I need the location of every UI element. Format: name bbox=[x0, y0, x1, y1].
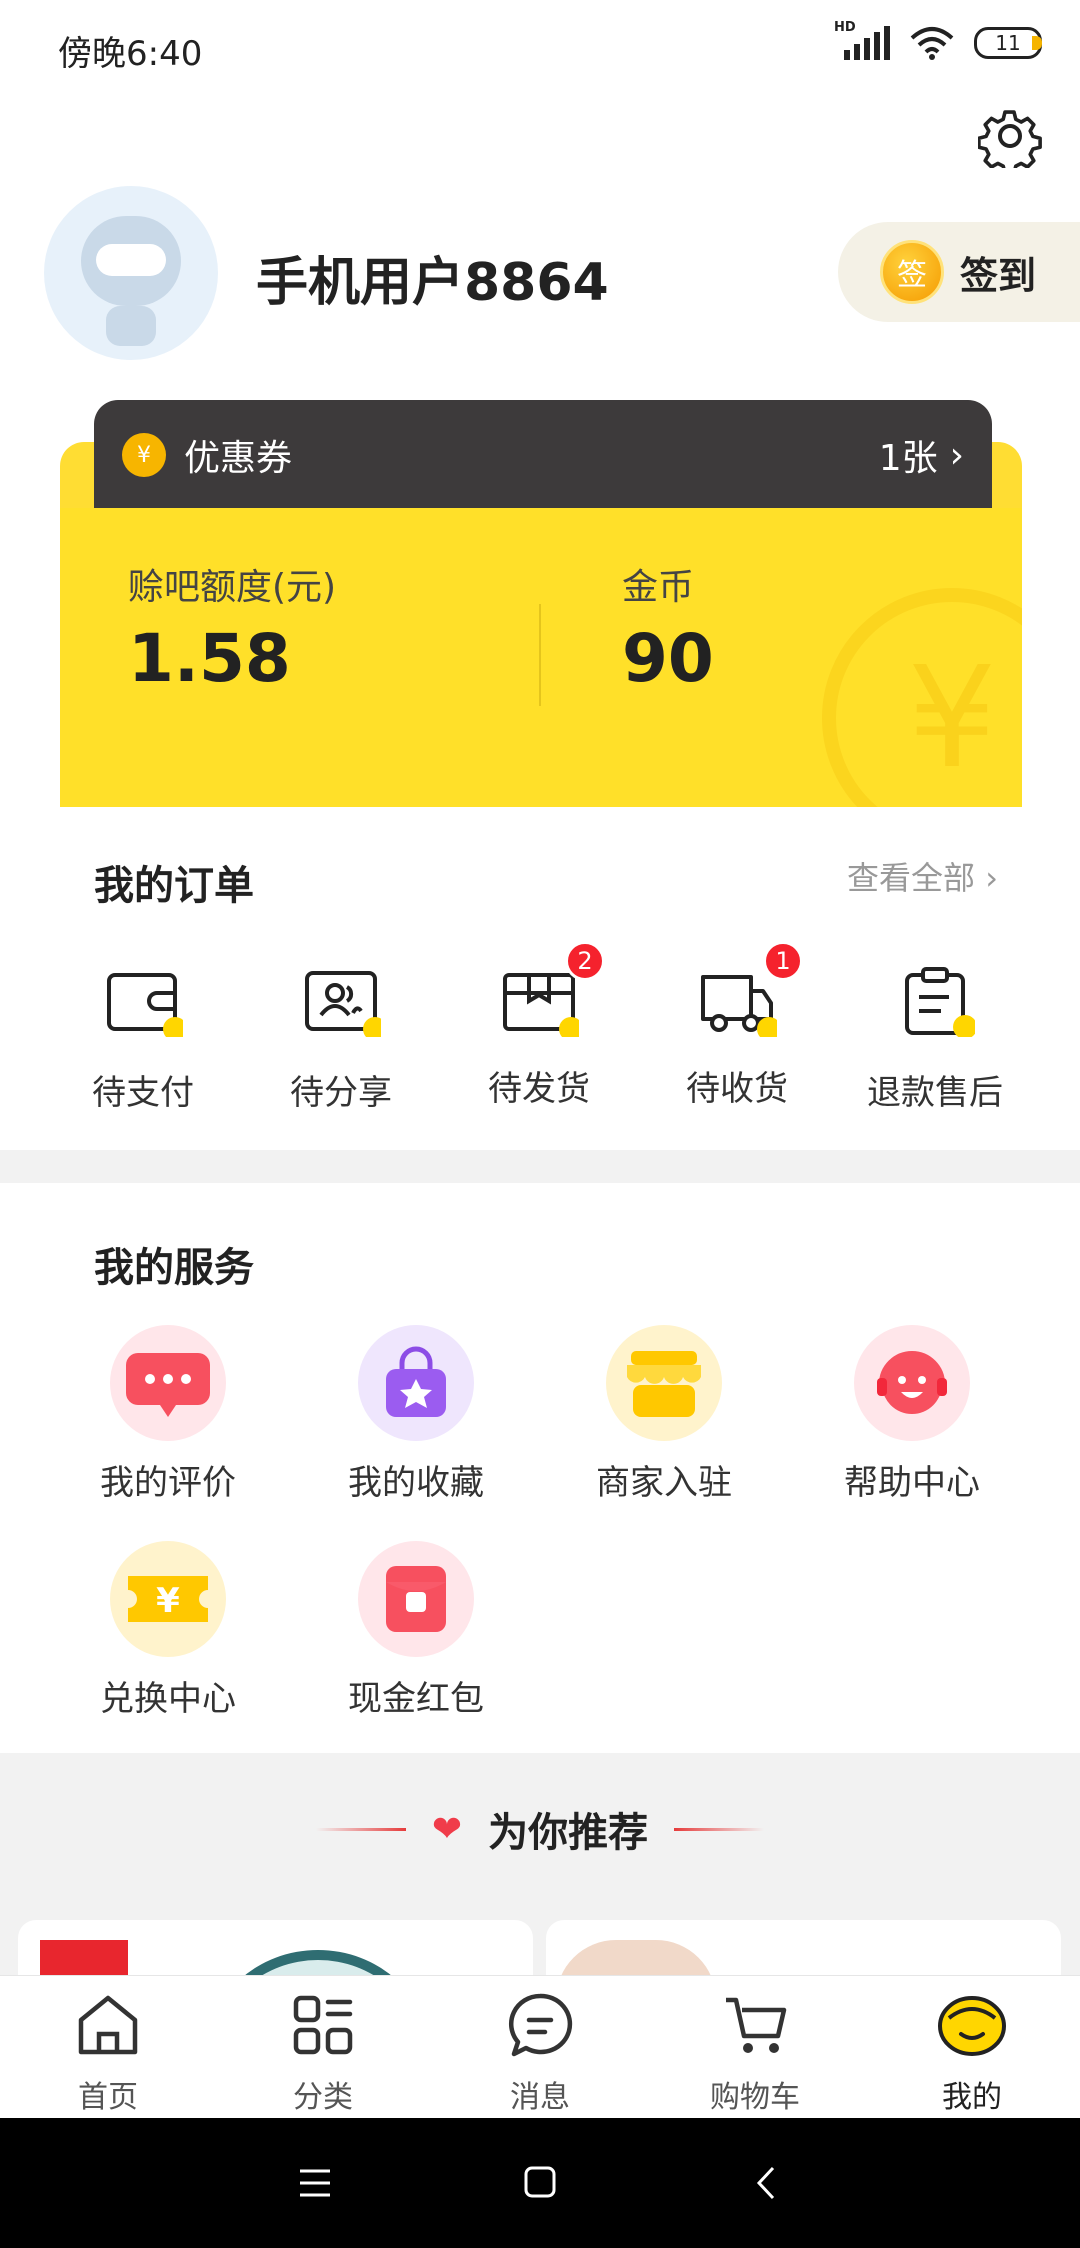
order-refund-aftersale[interactable]: 退款售后 bbox=[860, 967, 1010, 1114]
divider bbox=[315, 1827, 406, 1831]
home-icon bbox=[78, 1995, 138, 2055]
nav-label: 购物车 bbox=[710, 2080, 800, 2115]
service-label: 兑换中心 bbox=[100, 1679, 236, 1719]
services-section: 我的服务 我的评价 我的收藏 商家入驻 帮助中心 ¥ 兑换中心 现金红包 bbox=[0, 1183, 1080, 1753]
service-favorites[interactable]: 我的收藏 bbox=[316, 1325, 516, 1504]
back-icon[interactable] bbox=[756, 2166, 776, 2200]
signin-button[interactable]: 签 签到 bbox=[838, 222, 1080, 322]
order-pending-payment[interactable]: 待支付 bbox=[68, 967, 218, 1114]
status-time: 傍晚6:40 bbox=[58, 34, 203, 74]
service-label: 商家入驻 bbox=[596, 1463, 732, 1503]
chevron-right-icon: › bbox=[949, 434, 964, 476]
support-headset-icon bbox=[854, 1325, 970, 1441]
clipboard-icon bbox=[905, 967, 977, 1039]
credit-label: 赊吧额度(元) bbox=[128, 567, 337, 608]
service-label: 现金红包 bbox=[348, 1679, 484, 1719]
orders-title: 我的订单 bbox=[94, 863, 254, 909]
divider bbox=[539, 604, 541, 706]
order-pending-share[interactable]: 待分享 bbox=[266, 967, 416, 1114]
gold-value[interactable]: 90 bbox=[622, 620, 714, 697]
package-icon bbox=[503, 973, 583, 1041]
coupon-count: 1张 bbox=[878, 438, 938, 479]
gold-label: 金币 bbox=[622, 567, 695, 608]
order-label: 待分享 bbox=[290, 1073, 392, 1113]
status-bar: 傍晚6:40 HD 11 bbox=[0, 0, 1080, 92]
chevron-right-icon: › bbox=[985, 859, 998, 897]
store-icon bbox=[606, 1325, 722, 1441]
service-cash-red-envelope[interactable]: 现金红包 bbox=[316, 1541, 516, 1720]
order-label: 退款售后 bbox=[867, 1073, 1003, 1113]
signal-icon: HD bbox=[834, 20, 890, 60]
truck-icon bbox=[701, 975, 781, 1041]
service-label: 我的收藏 bbox=[348, 1463, 484, 1503]
order-label: 待支付 bbox=[92, 1073, 194, 1113]
nav-label: 首页 bbox=[78, 2080, 138, 2115]
service-merchant-join[interactable]: 商家入驻 bbox=[564, 1325, 764, 1504]
order-badge: 2 bbox=[565, 941, 605, 981]
recommend-title: 为你推荐 bbox=[488, 1810, 649, 1856]
service-exchange-center[interactable]: ¥ 兑换中心 bbox=[68, 1541, 268, 1720]
nav-label: 我的 bbox=[942, 2080, 1002, 2115]
nav-label: 消息 bbox=[510, 2080, 570, 2115]
system-nav-bar bbox=[0, 2118, 1080, 2248]
wallet-icon bbox=[107, 973, 187, 1041]
coupon-label: 优惠券 bbox=[184, 438, 293, 479]
order-pending-receipt[interactable]: 1 待收货 bbox=[662, 941, 812, 1110]
profile-face-icon bbox=[938, 1996, 1006, 2056]
red-envelope-icon bbox=[358, 1541, 474, 1657]
nav-profile[interactable]: 我的 bbox=[897, 1990, 1047, 2116]
order-badge: 1 bbox=[763, 941, 803, 981]
service-my-reviews[interactable]: 我的评价 bbox=[68, 1325, 268, 1504]
favorite-bag-icon bbox=[358, 1325, 474, 1441]
yen-watermark-icon: ¥ bbox=[822, 588, 1022, 807]
signin-label: 签到 bbox=[960, 253, 1037, 298]
username: 手机用户8864 bbox=[256, 253, 609, 313]
wallet-card: ¥ 赊吧额度(元) 1.58 金币 90 bbox=[60, 508, 1022, 807]
category-icon bbox=[293, 1995, 353, 2055]
battery-icon: 11 bbox=[974, 27, 1042, 59]
yen-coin-icon: ¥ bbox=[122, 433, 166, 477]
settings-gear-icon[interactable] bbox=[978, 104, 1042, 168]
share-people-icon bbox=[305, 971, 387, 1041]
battery-level: 11 bbox=[995, 31, 1021, 55]
nav-cart[interactable]: 购物车 bbox=[680, 1990, 830, 2116]
wifi-icon bbox=[910, 27, 954, 60]
bottom-nav: 首页 分类 消息 购物车 我的 bbox=[0, 1975, 1080, 2118]
order-label: 待收货 bbox=[686, 1069, 788, 1109]
cart-icon bbox=[726, 1997, 787, 2053]
home-square-icon[interactable] bbox=[524, 2166, 556, 2198]
avatar[interactable] bbox=[44, 186, 218, 360]
service-label: 帮助中心 bbox=[844, 1463, 980, 1503]
services-title: 我的服务 bbox=[94, 1245, 254, 1291]
nav-home[interactable]: 首页 bbox=[33, 1990, 183, 2116]
menu-icon[interactable] bbox=[298, 2168, 332, 2198]
credit-value[interactable]: 1.58 bbox=[128, 620, 291, 697]
status-icons: HD 11 bbox=[834, 20, 1042, 60]
service-label: 我的评价 bbox=[100, 1463, 236, 1503]
nav-category[interactable]: 分类 bbox=[248, 1990, 398, 2116]
svg-text:¥: ¥ bbox=[156, 1581, 180, 1621]
signin-coin-icon: 签 bbox=[880, 240, 944, 304]
heart-icon: ❤ bbox=[431, 1808, 463, 1850]
nav-messages[interactable]: 消息 bbox=[465, 1990, 615, 2116]
view-all-orders-link[interactable]: 查看全部 › bbox=[847, 853, 998, 899]
ticket-icon: ¥ bbox=[110, 1541, 226, 1657]
message-icon bbox=[509, 1993, 573, 2057]
divider bbox=[674, 1827, 765, 1831]
comment-icon bbox=[110, 1325, 226, 1441]
view-all-label: 查看全部 bbox=[847, 859, 976, 897]
order-pending-shipment[interactable]: 2 待发货 bbox=[464, 941, 614, 1110]
recommend-heading: ❤ 为你推荐 bbox=[0, 1800, 1080, 1858]
orders-section: 我的订单 查看全部 › 待支付 待分享 2 待发货 1 待收货 退款售后 bbox=[0, 807, 1080, 1150]
order-label: 待发货 bbox=[488, 1069, 590, 1109]
nav-label: 分类 bbox=[293, 2080, 353, 2115]
coupon-bar[interactable]: ¥ 优惠券 1张 › bbox=[94, 400, 992, 510]
service-help-center[interactable]: 帮助中心 bbox=[812, 1325, 1012, 1504]
